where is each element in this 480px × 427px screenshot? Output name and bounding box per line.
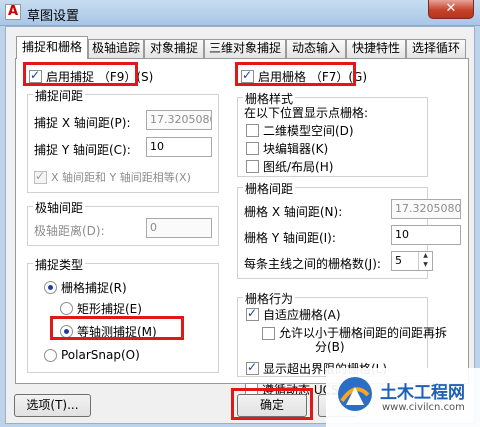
- radio-dot: [44, 281, 57, 294]
- enable-grid-checkbox[interactable]: 启用栅格 （F7）(G): [241, 68, 367, 85]
- spinner-arrows-icon[interactable]: ▲ ▼: [418, 252, 432, 270]
- options-button[interactable]: 选项(T)...: [14, 394, 91, 417]
- tab-selection-cycling[interactable]: 选择循环: [406, 39, 466, 58]
- window-title: 草图设置: [27, 9, 80, 24]
- subdivide-line-2: 分(B): [315, 340, 345, 354]
- grid-y-input[interactable]: 10: [391, 225, 461, 245]
- tab-dynamic-input[interactable]: 动态输入: [286, 39, 346, 58]
- sheet-layout-checkbox[interactable]: 图纸/布局(H): [246, 158, 333, 175]
- radio-dot: [60, 302, 73, 315]
- tab-quick-properties[interactable]: 快捷特性: [346, 39, 406, 58]
- grid-x-input[interactable]: 17.3205080: [391, 199, 461, 219]
- grid-behavior-title: 栅格行为: [243, 290, 296, 307]
- grid-behavior-group: 栅格行为 自适应栅格(A) 允许以小于栅格间距的间距再拆 分(B) 显示超出界限…: [237, 290, 447, 377]
- sheet-layout-label: 图纸/布局(H): [263, 160, 334, 174]
- tab-polar-tracking[interactable]: 极轴追踪: [88, 39, 144, 58]
- watermark-title: 土木工程网: [380, 383, 465, 403]
- model-space-2d-checkbox[interactable]: 二维模型空间(D): [246, 122, 354, 139]
- enable-snap-label: 启用捕捉 （F9）(S): [46, 70, 154, 84]
- checkbox-box: [241, 68, 254, 83]
- grid-spacing-title: 栅格间距: [243, 180, 296, 197]
- isometric-snap-radio[interactable]: 等轴测捕捉(M): [60, 323, 157, 340]
- radio-dot: [44, 348, 57, 362]
- autocad-app-icon: A: [5, 4, 21, 20]
- checkbox-box: [246, 142, 259, 155]
- snap-spacing-title: 捕捉间距: [33, 87, 86, 104]
- tab-3d-object-snap[interactable]: 三维对象捕捉: [204, 39, 286, 58]
- tab-snap-and-grid[interactable]: 捕捉和栅格: [16, 36, 88, 59]
- polar-spacing-group: 极轴间距 极轴距离(D): 0: [27, 199, 219, 246]
- equal-spacing-label: X 轴间距和 Y 轴间距相等(X): [51, 171, 191, 184]
- checkbox-box: [262, 327, 275, 340]
- polar-distance-input[interactable]: 0: [146, 218, 212, 238]
- watermark-url: www.civilcn.com: [382, 402, 465, 413]
- major-line-spinner[interactable]: 5 ▲ ▼: [391, 251, 433, 271]
- polar-distance-label: 极轴距离(D):: [34, 224, 105, 238]
- grid-snap-label: 栅格捕捉(R): [61, 281, 127, 295]
- checkbox-box: [29, 68, 42, 83]
- adaptive-grid-checkbox[interactable]: 自适应栅格(A): [246, 306, 341, 323]
- snap-y-input[interactable]: 10: [146, 137, 212, 157]
- snap-x-input[interactable]: 17.3205080: [146, 110, 212, 130]
- title-bar: A 草图设置 ✕: [0, 0, 480, 26]
- grid-spacing-group: 栅格间距 栅格 X 轴间距(N): 17.3205080 栅格 Y 轴间距(I)…: [237, 180, 461, 279]
- subdivide-grid-label: 允许以小于栅格间距的间距再拆 分(B): [279, 326, 447, 354]
- ok-button[interactable]: 确定: [237, 394, 307, 417]
- tab-object-snap[interactable]: 对象捕捉: [144, 39, 204, 58]
- snap-type-group: 捕捉类型 栅格捕捉(R) 矩形捕捉(E) 等轴测捕捉(M) PolarSnap(…: [27, 256, 219, 373]
- snap-type-title: 捕捉类型: [33, 256, 86, 273]
- civilcn-logo-icon: [338, 377, 372, 411]
- enable-grid-label: 启用栅格 （F7）(G): [258, 70, 368, 84]
- radio-dot: [60, 325, 73, 338]
- checkbox-box: [246, 360, 259, 375]
- checkbox-box: [246, 124, 259, 137]
- checkbox-box: [34, 169, 47, 184]
- snap-grid-panel: 启用捕捉 （F9）(S) 捕捉间距 捕捉 X 轴间距(P): 17.320508…: [15, 58, 469, 397]
- polarsnap-radio[interactable]: PolarSnap(O): [44, 348, 140, 362]
- enable-snap-checkbox[interactable]: 启用捕捉 （F9）(S): [29, 68, 153, 85]
- snap-spacing-group: 捕捉间距 捕捉 X 轴间距(P): 17.3205080 捕捉 Y 轴间距(C)…: [27, 87, 219, 193]
- model-space-2d-label: 二维模型空间(D): [263, 124, 354, 138]
- polarsnap-label: PolarSnap(O): [61, 348, 140, 362]
- snap-y-label: 捕捉 Y 轴间距(C):: [34, 143, 131, 157]
- rectangular-snap-label: 矩形捕捉(E): [77, 302, 142, 316]
- site-watermark: 土木工程网 www.civilcn.com: [326, 368, 480, 427]
- isometric-snap-label: 等轴测捕捉(M): [77, 325, 157, 339]
- close-button[interactable]: ✕: [428, 0, 474, 19]
- block-editor-checkbox[interactable]: 块编辑器(K): [246, 140, 328, 157]
- grid-x-label: 栅格 X 轴间距(N):: [244, 205, 343, 219]
- grid-y-label: 栅格 Y 轴间距(I):: [244, 231, 336, 245]
- grid-style-description: 在以下位置显示点栅格:: [244, 106, 369, 120]
- grid-snap-radio[interactable]: 栅格捕捉(R): [44, 279, 127, 296]
- adaptive-grid-label: 自适应栅格(A): [263, 308, 341, 322]
- major-line-label: 每条主线之间的栅格数(J):: [244, 257, 381, 271]
- drafting-settings-dialog: 捕捉和栅格 极轴追踪 对象捕捉 三维对象捕捉 动态输入 快捷特性 选择循环 启用…: [5, 26, 475, 424]
- subdivide-grid-checkbox[interactable]: 允许以小于栅格间距的间距再拆 分(B): [262, 326, 447, 354]
- major-line-value: 5: [395, 254, 402, 267]
- checkbox-box: [246, 306, 259, 321]
- checkbox-box: [246, 160, 259, 173]
- snap-x-label: 捕捉 X 轴间距(P):: [34, 116, 131, 130]
- rectangular-snap-radio[interactable]: 矩形捕捉(E): [60, 300, 142, 317]
- subdivide-line-1: 允许以小于栅格间距的间距再拆: [279, 326, 448, 340]
- grid-style-group: 栅格样式 在以下位置显示点栅格: 二维模型空间(D) 块编辑器(K) 图纸/布局…: [237, 90, 428, 177]
- block-editor-label: 块编辑器(K): [263, 142, 329, 156]
- polar-spacing-title: 极轴间距: [33, 199, 86, 216]
- equal-spacing-checkbox[interactable]: X 轴间距和 Y 轴间距相等(X): [34, 169, 191, 185]
